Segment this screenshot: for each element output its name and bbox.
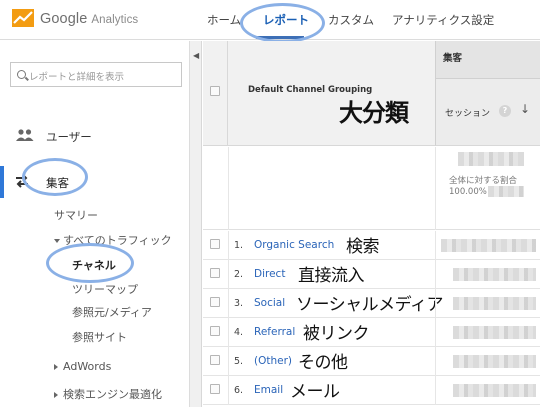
select-all-checkbox[interactable] <box>210 86 220 96</box>
redacted-sessions-value <box>453 326 536 339</box>
row-index: 3. <box>234 298 244 309</box>
handwritten-note: メール <box>290 382 340 402</box>
redacted-sessions-value <box>453 355 536 368</box>
nav-home[interactable]: ホーム <box>207 12 241 28</box>
handwritten-note: 被リンク <box>303 324 370 344</box>
redacted-total-value <box>458 152 524 166</box>
row-divider <box>435 318 436 347</box>
highlight-circle-acquisition <box>22 158 88 196</box>
sessions-column-header[interactable]: セッション <box>445 106 490 119</box>
row-checkbox[interactable] <box>210 239 220 249</box>
row-checkbox[interactable] <box>210 326 220 336</box>
handwritten-note: その他 <box>298 353 348 373</box>
nav-admin[interactable]: アナリティクス設定 <box>392 12 494 28</box>
google-analytics-logo[interactable]: Google Analytics <box>12 7 138 29</box>
row-divider <box>435 260 436 289</box>
row-divider <box>228 318 229 347</box>
logo-product-text: Analytics <box>91 13 139 26</box>
table-row: 3. Social ソーシャルメディア <box>203 289 540 318</box>
row-index: 5. <box>234 356 244 367</box>
expand-down-icon <box>54 239 60 243</box>
channel-link[interactable]: Email <box>254 384 283 396</box>
help-icon[interactable]: ? <box>499 105 511 117</box>
sidebar-item-users[interactable]: ユーザー <box>46 129 92 145</box>
active-section-indicator <box>0 166 4 198</box>
row-divider <box>228 289 229 318</box>
redacted-total-count <box>488 186 524 197</box>
row-checkbox[interactable] <box>210 297 220 307</box>
sidebar-item-source-medium[interactable]: 参照元/メディア <box>72 304 152 320</box>
channel-link[interactable]: Direct <box>254 268 285 280</box>
row-checkbox[interactable] <box>210 268 220 278</box>
table-row: 1. Organic Search 検索 <box>203 231 540 260</box>
group-header-acquisition: 集客 <box>443 53 463 64</box>
table-row: 5. (Other) その他 <box>203 347 540 376</box>
sidebar <box>0 41 190 407</box>
handwritten-note: 検索 <box>346 237 380 257</box>
redacted-sessions-value <box>453 384 536 397</box>
expand-right-icon <box>54 392 58 398</box>
row-divider <box>228 231 229 260</box>
nav-custom[interactable]: カスタム <box>328 12 374 28</box>
row-checkbox[interactable] <box>210 384 220 394</box>
highlight-circle-reports <box>240 3 325 43</box>
redacted-sessions-value <box>453 297 536 310</box>
row-index: 6. <box>234 385 244 396</box>
row-index: 2. <box>234 269 244 280</box>
analytics-logo-icon <box>12 9 34 27</box>
sort-descending-icon[interactable]: ↓ <box>520 102 530 116</box>
redacted-sessions-value <box>441 239 536 252</box>
sidebar-item-adwords-label: AdWords <box>63 360 112 373</box>
row-divider <box>435 289 436 318</box>
annotation-dimension-note: 大分類 <box>339 99 409 127</box>
row-checkbox[interactable] <box>210 355 220 365</box>
channel-link[interactable]: Social <box>254 297 285 309</box>
row-divider <box>228 376 229 405</box>
report-search-input[interactable]: レポートと詳細を表示 <box>10 62 182 87</box>
expand-right-icon <box>54 364 58 370</box>
channel-link[interactable]: Referral <box>254 326 295 338</box>
row-divider <box>435 347 436 376</box>
row-divider <box>228 260 229 289</box>
users-icon <box>16 129 34 141</box>
sidebar-item-seo-label: 検索エンジン最適化 <box>63 388 162 401</box>
row-divider <box>435 376 436 405</box>
totals-divider <box>435 147 436 230</box>
sidebar-item-referrals[interactable]: 参照サイト <box>72 329 127 345</box>
channel-link[interactable]: Organic Search <box>254 239 334 251</box>
redacted-sessions-value <box>453 268 536 281</box>
row-divider <box>228 347 229 376</box>
row-index: 4. <box>234 327 244 338</box>
row-index: 1. <box>234 240 244 251</box>
handwritten-note: 直接流入 <box>298 266 365 286</box>
highlight-circle-channels <box>46 243 134 283</box>
sidebar-item-adwords[interactable]: AdWords <box>54 360 111 373</box>
table-row: 2. Direct 直接流入 <box>203 260 540 289</box>
totals-percent-label: 全体に対する割合 <box>449 176 518 186</box>
totals-divider <box>228 147 229 230</box>
search-icon <box>17 70 26 79</box>
totals-percent-value: 100.00% <box>449 187 487 197</box>
sidebar-collapse-handle[interactable] <box>190 41 202 407</box>
sidebar-item-summary[interactable]: サマリー <box>54 207 98 223</box>
sidebar-item-seo[interactable]: 検索エンジン最適化 <box>54 386 162 402</box>
collapse-arrow-icon[interactable]: ◀ <box>193 51 199 60</box>
logo-google-text: Google <box>40 10 88 27</box>
handwritten-note: ソーシャルメディア <box>296 295 443 315</box>
sidebar-item-treemap[interactable]: ツリーマップ <box>72 281 138 297</box>
channel-link[interactable]: (Other) <box>254 355 292 367</box>
search-placeholder: レポートと詳細を表示 <box>29 72 125 83</box>
table-row: 4. Referral 被リンク <box>203 318 540 347</box>
row-divider <box>435 231 436 260</box>
table-row: 6. Email メール <box>203 376 540 405</box>
